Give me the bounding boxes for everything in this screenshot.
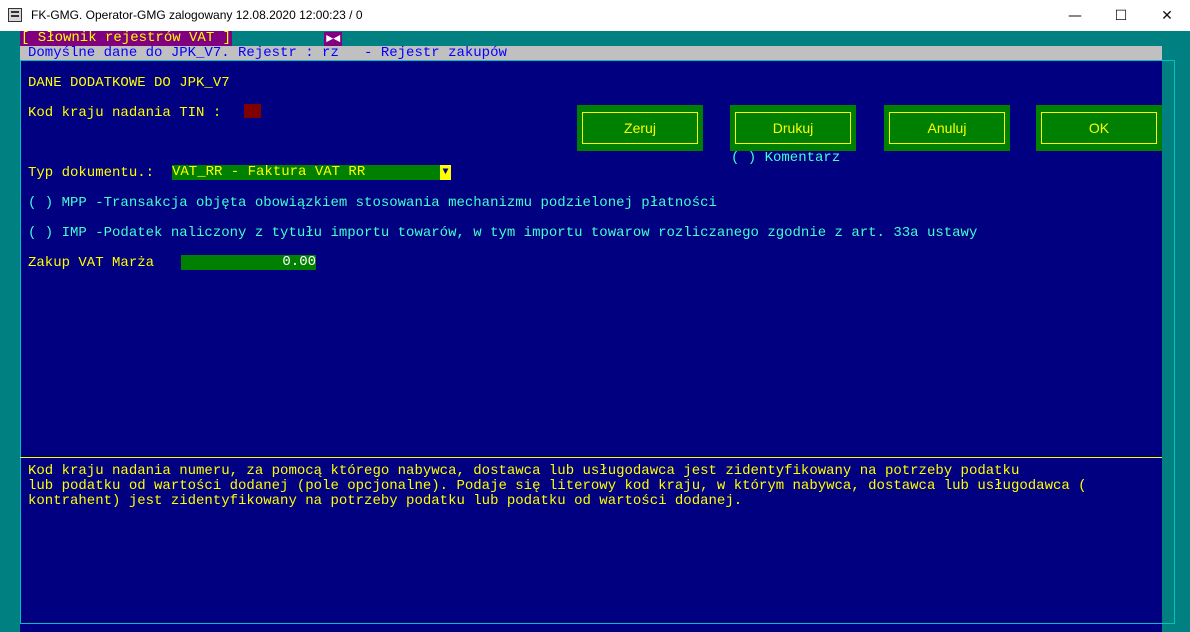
drukuj-button[interactable]: Drukuj bbox=[730, 105, 856, 151]
help-line: Kod kraju nadania numeru, za pomocą któr… bbox=[28, 463, 1020, 479]
zeruj-button[interactable]: Zeruj bbox=[577, 105, 703, 151]
minimize-button[interactable]: — bbox=[1052, 0, 1098, 31]
help-text: Kod kraju nadania numeru, za pomocą któr… bbox=[28, 464, 1087, 509]
zakup-vat-marza-label: Zakup VAT Marża bbox=[28, 255, 155, 271]
zeruj-button-label: Zeruj bbox=[582, 112, 698, 144]
anuluj-button-label: Anuluj bbox=[889, 112, 1005, 144]
dialog-tab-title: [ Słownik rejestrów VAT ] bbox=[20, 30, 233, 46]
ok-button-label: OK bbox=[1041, 112, 1157, 144]
typ-dokumentu-label: Typ dokumentu.: bbox=[28, 165, 155, 181]
dialog-marker-icon: ►◄ bbox=[324, 32, 343, 46]
anuluj-button[interactable]: Anuluj bbox=[884, 105, 1010, 151]
typ-dokumentu-value: VAT_RR - Faktura VAT RR bbox=[172, 164, 366, 180]
help-line: kontrahent) jest zidentyfikowany na potr… bbox=[28, 493, 743, 509]
help-line: lub podatku od wartości dodanej (pole op… bbox=[28, 478, 1087, 494]
app-icon bbox=[8, 8, 22, 22]
typ-dokumentu-select[interactable]: VAT_RR - Faktura VAT RR ▼ bbox=[172, 165, 451, 180]
close-icon: ✕ bbox=[1161, 7, 1173, 24]
maximize-button[interactable]: ☐ bbox=[1098, 0, 1144, 31]
window-titlebar: FK-GMG. Operator-GMG zalogowany 12.08.20… bbox=[0, 0, 1190, 32]
chevron-down-icon[interactable]: ▼ bbox=[440, 165, 451, 180]
tin-label: Kod kraju nadania TIN : bbox=[28, 105, 222, 121]
dialog-panel: DANE DODATKOWE DO JPK_V7 Kod kraju nadan… bbox=[20, 60, 1175, 632]
ok-button[interactable]: OK bbox=[1036, 105, 1162, 151]
form-heading: DANE DODATKOWE DO JPK_V7 bbox=[28, 75, 230, 91]
imp-checkbox[interactable]: ( ) IMP -Podatek naliczony z tytułu impo… bbox=[28, 225, 977, 241]
console-area: [ Słownik rejestrów VAT ] ►◄ Domyślne da… bbox=[0, 31, 1190, 632]
drukuj-button-label: Drukuj bbox=[735, 112, 851, 144]
komentarz-checkbox[interactable]: ( ) Komentarz bbox=[731, 150, 840, 166]
help-separator bbox=[20, 457, 1162, 458]
close-button[interactable]: ✕ bbox=[1144, 0, 1190, 31]
tin-country-field[interactable] bbox=[244, 104, 261, 118]
zakup-vat-marza-input[interactable]: 0.00 bbox=[181, 255, 316, 270]
maximize-icon: ☐ bbox=[1114, 7, 1128, 24]
mpp-checkbox[interactable]: ( ) MPP -Transakcja objęta obowiązkiem s… bbox=[28, 195, 717, 211]
dialog-subtitle: Domyślne dane do JPK_V7. Rejestr : rz - … bbox=[28, 45, 507, 61]
window-title: FK-GMG. Operator-GMG zalogowany 12.08.20… bbox=[31, 8, 363, 22]
minimize-icon: — bbox=[1068, 7, 1082, 24]
